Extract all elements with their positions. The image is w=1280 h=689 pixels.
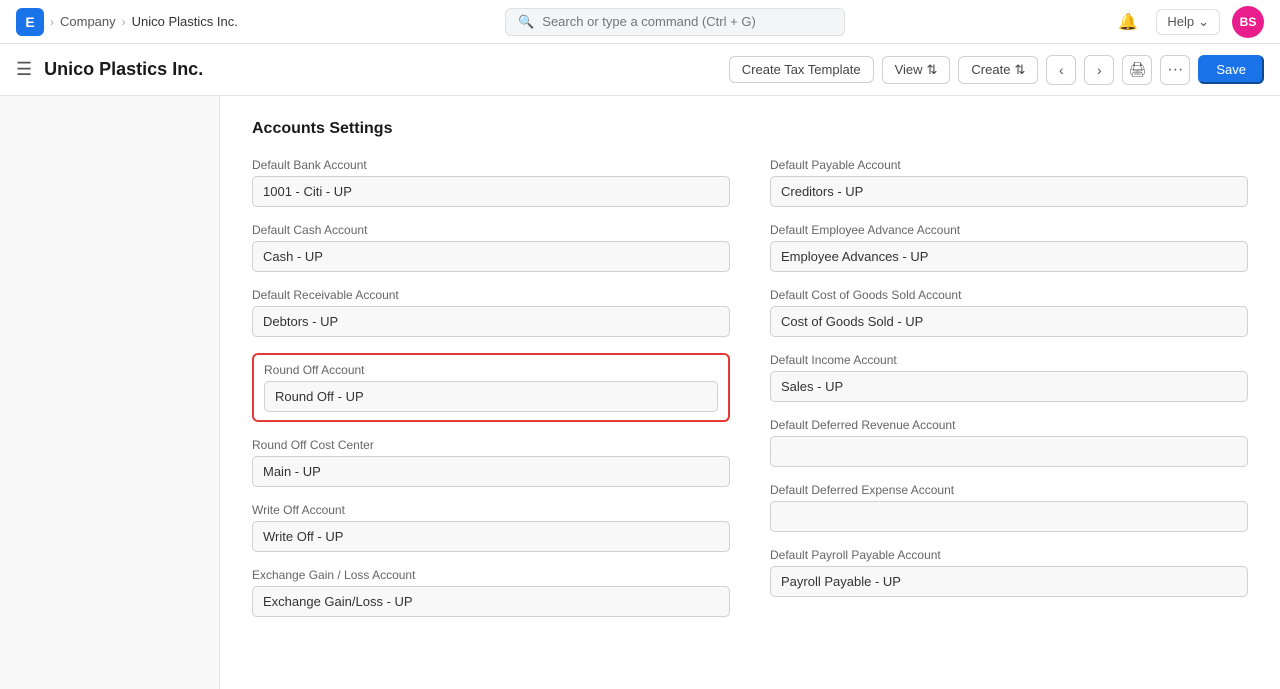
field-default-payable-account: Default Payable Account [770,158,1248,207]
label-default-employee-advance: Default Employee Advance Account [770,223,1248,237]
form-grid: Default Bank Account Default Cash Accoun… [252,158,1248,633]
label-round-off-cost-center: Round Off Cost Center [252,438,730,452]
field-round-off-account: Round Off Account [252,353,730,422]
create-button[interactable]: Create ⇅ [958,56,1038,84]
help-label: Help [1167,14,1194,29]
help-button[interactable]: Help ⌄ [1156,9,1220,35]
field-default-cogs-account: Default Cost of Goods Sold Account [770,288,1248,337]
create-label: Create [971,62,1010,77]
top-nav-right: 🔔 Help ⌄ BS [1112,6,1264,38]
input-round-off-cost-center[interactable] [252,456,730,487]
right-column: Default Payable Account Default Employee… [770,158,1248,633]
field-round-off-cost-center: Round Off Cost Center [252,438,730,487]
next-button[interactable]: › [1084,55,1114,85]
label-default-income-account: Default Income Account [770,353,1248,367]
input-round-off-account[interactable] [264,381,718,412]
input-default-employee-advance[interactable] [770,241,1248,272]
input-default-payroll-payable[interactable] [770,566,1248,597]
label-exchange-gain-loss: Exchange Gain / Loss Account [252,568,730,582]
field-default-deferred-revenue: Default Deferred Revenue Account [770,418,1248,467]
prev-button[interactable]: ‹ [1046,55,1076,85]
label-default-payroll-payable: Default Payroll Payable Account [770,548,1248,562]
input-default-payable-account[interactable] [770,176,1248,207]
view-button[interactable]: View ⇅ [882,56,951,84]
create-chevron-icon: ⇅ [1014,62,1025,78]
breadcrumb-current: Unico Plastics Inc. [132,14,238,29]
label-default-deferred-expense: Default Deferred Expense Account [770,483,1248,497]
input-default-deferred-revenue[interactable] [770,436,1248,467]
sidebar [0,96,220,689]
left-column: Default Bank Account Default Cash Accoun… [252,158,730,633]
page-title: Unico Plastics Inc. [44,59,203,80]
notifications-button[interactable]: 🔔 [1112,6,1144,38]
field-default-payroll-payable: Default Payroll Payable Account [770,548,1248,597]
view-chevron-icon: ⇅ [927,62,938,78]
label-default-deferred-revenue: Default Deferred Revenue Account [770,418,1248,432]
create-tax-template-button[interactable]: Create Tax Template [729,56,874,83]
toolbar-right: Create Tax Template View ⇅ Create ⇅ ‹ › … [729,55,1264,85]
avatar[interactable]: BS [1232,6,1264,38]
breadcrumb-sep-1: › [50,15,54,29]
search-icon: 🔍 [518,14,534,30]
input-exchange-gain-loss[interactable] [252,586,730,617]
label-default-payable-account: Default Payable Account [770,158,1248,172]
field-default-receivable-account: Default Receivable Account [252,288,730,337]
search-bar[interactable]: 🔍 [505,8,845,36]
input-write-off-account[interactable] [252,521,730,552]
field-exchange-gain-loss: Exchange Gain / Loss Account [252,568,730,617]
input-default-income-account[interactable] [770,371,1248,402]
input-default-cogs-account[interactable] [770,306,1248,337]
toolbar-left: ☰ Unico Plastics Inc. [16,59,203,80]
help-chevron-icon: ⌄ [1198,14,1209,30]
label-default-cash-account: Default Cash Account [252,223,730,237]
breadcrumb-sep-2: › [122,15,126,29]
field-default-income-account: Default Income Account [770,353,1248,402]
field-default-employee-advance: Default Employee Advance Account [770,223,1248,272]
label-round-off-account: Round Off Account [264,363,718,377]
input-default-bank-account[interactable] [252,176,730,207]
breadcrumb-area: E › Company › Unico Plastics Inc. [16,8,238,36]
content-area: Accounts Settings Default Bank Account D… [220,96,1280,689]
breadcrumb-company[interactable]: Company [60,14,116,29]
main-content: Accounts Settings Default Bank Account D… [0,96,1280,689]
label-default-cogs-account: Default Cost of Goods Sold Account [770,288,1248,302]
input-default-receivable-account[interactable] [252,306,730,337]
input-default-cash-account[interactable] [252,241,730,272]
field-default-deferred-expense: Default Deferred Expense Account [770,483,1248,532]
field-default-cash-account: Default Cash Account [252,223,730,272]
label-write-off-account: Write Off Account [252,503,730,517]
more-options-button[interactable]: ··· [1160,55,1190,85]
toolbar: ☰ Unico Plastics Inc. Create Tax Templat… [0,44,1280,96]
hamburger-icon[interactable]: ☰ [16,59,32,80]
label-default-bank-account: Default Bank Account [252,158,730,172]
save-button[interactable]: Save [1198,55,1264,84]
print-button[interactable]: 🖨 [1122,55,1152,85]
input-default-deferred-expense[interactable] [770,501,1248,532]
field-write-off-account: Write Off Account [252,503,730,552]
view-label: View [895,62,923,77]
app-icon[interactable]: E [16,8,44,36]
label-default-receivable-account: Default Receivable Account [252,288,730,302]
top-navigation: E › Company › Unico Plastics Inc. 🔍 🔔 He… [0,0,1280,44]
search-area: 🔍 [238,8,1113,36]
search-input[interactable] [542,14,832,29]
section-title: Accounts Settings [252,120,1248,138]
field-default-bank-account: Default Bank Account [252,158,730,207]
